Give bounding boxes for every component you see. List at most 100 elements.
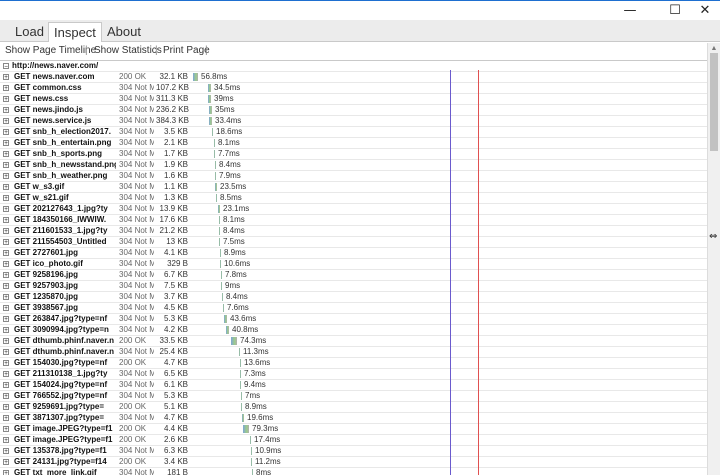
- request-row[interactable]: + GET 24131.jpg?type=f14 200 OK 3.4 KB 11.2m…: [0, 457, 707, 468]
- request-row[interactable]: + GET 211601533_1.jpg?ty 304 Not M 21.2 KB 8…: [0, 226, 707, 237]
- show-page-timeline-link[interactable]: Show Page Timeline: [5, 42, 96, 59]
- expand-icon[interactable]: +: [3, 173, 9, 180]
- request-row[interactable]: + GET snb_h_newsstand.png 304 Not M 1.9 KB 8…: [0, 160, 707, 171]
- request-row[interactable]: + GET dthumb.phinf.naver.n 304 Not M 25.4 K…: [0, 347, 707, 358]
- request-row[interactable]: + GET 766552.jpg?type=nf 304 Not M 5.3 KB 7m…: [0, 391, 707, 402]
- expand-icon[interactable]: +: [3, 217, 9, 224]
- expand-icon[interactable]: +: [3, 239, 9, 246]
- root-row[interactable]: − http://news.naver.com/: [0, 61, 707, 72]
- expand-icon[interactable]: +: [3, 151, 9, 158]
- scrollbar-thumb[interactable]: [710, 53, 718, 151]
- vertical-scrollbar[interactable]: ▲: [707, 43, 720, 475]
- minimize-button[interactable]: —: [615, 2, 645, 20]
- expand-icon[interactable]: +: [3, 371, 9, 378]
- expand-icon[interactable]: +: [3, 349, 9, 356]
- expand-icon[interactable]: +: [3, 228, 9, 235]
- expand-icon[interactable]: +: [3, 140, 9, 147]
- expand-icon[interactable]: +: [3, 261, 9, 268]
- expand-icon[interactable]: +: [3, 294, 9, 301]
- expand-icon[interactable]: +: [3, 338, 9, 345]
- request-row[interactable]: + GET 3090994.jpg?type=n 304 Not M 4.2 KB 40…: [0, 325, 707, 336]
- request-name: GET 3090994.jpg?type=n: [14, 325, 109, 334]
- request-name: GET txt_more_link.gif: [14, 468, 97, 475]
- request-row[interactable]: + GET image.JPEG?type=f1 200 OK 2.6 KB 17.4m…: [0, 435, 707, 446]
- request-row[interactable]: + GET txt_more_link.gif 304 Not M 181 B 8ms: [0, 468, 707, 475]
- tab-load[interactable]: Load: [10, 22, 49, 42]
- request-row[interactable]: + GET snb_h_election2017. 304 Not M 3.5 KB 1…: [0, 127, 707, 138]
- expand-icon[interactable]: +: [3, 470, 9, 475]
- request-row[interactable]: + GET 3938567.jpg 304 Not M 4.5 KB 7.6ms: [0, 303, 707, 314]
- close-button[interactable]: ✕: [690, 2, 720, 20]
- request-time: 10.6ms: [224, 259, 251, 268]
- expand-icon[interactable]: +: [3, 360, 9, 367]
- request-row[interactable]: + GET snb_h_sports.png 304 Not M 1.7 KB 7.7m…: [0, 149, 707, 160]
- request-row[interactable]: + GET 9258196.jpg 304 Not M 6.7 KB 7.8ms: [0, 270, 707, 281]
- request-name: GET 154024.jpg?type=nf: [14, 380, 108, 389]
- request-row[interactable]: + GET 1235870.jpg 304 Not M 3.7 KB 8.4ms: [0, 292, 707, 303]
- request-row[interactable]: + GET 2727601.jpg 304 Not M 4.1 KB 8.9ms: [0, 248, 707, 259]
- request-row[interactable]: + GET w_s21.gif 304 Not M 1.3 KB 8.5ms: [0, 193, 707, 204]
- request-row[interactable]: + GET 211310138_1.jpg?ty 304 Not M 6.5 KB 7.…: [0, 369, 707, 380]
- request-row[interactable]: + GET 263847.jpg?type=nf 304 Not M 5.3 KB 43…: [0, 314, 707, 325]
- request-size: 3.5 KB: [163, 127, 188, 136]
- request-row[interactable]: + GET news.jindo.js 304 Not M 236.2 KB 35ms: [0, 105, 707, 116]
- timeline-bar: [216, 194, 217, 202]
- expand-icon[interactable]: +: [3, 437, 9, 444]
- maximize-button[interactable]: ☐: [660, 2, 690, 20]
- timeline-bar: [219, 238, 220, 246]
- expand-icon[interactable]: +: [3, 206, 9, 213]
- request-row[interactable]: + GET dthumb.phinf.naver.n 200 OK 33.5 KB 74…: [0, 336, 707, 347]
- expand-icon[interactable]: +: [3, 118, 9, 125]
- expand-icon[interactable]: +: [3, 74, 9, 81]
- timeline-bar: [209, 106, 212, 114]
- expand-icon[interactable]: +: [3, 272, 9, 279]
- expand-icon[interactable]: +: [3, 393, 9, 400]
- expand-icon[interactable]: +: [3, 195, 9, 202]
- request-row[interactable]: + GET 9259691.jpg?type= 200 OK 5.1 KB 8.9ms: [0, 402, 707, 413]
- request-row[interactable]: + GET snb_h_weather.png 304 Not M 1.6 KB 7.9…: [0, 171, 707, 182]
- expand-icon[interactable]: +: [3, 415, 9, 422]
- expand-icon[interactable]: +: [3, 404, 9, 411]
- expand-icon[interactable]: +: [3, 382, 9, 389]
- tab-about[interactable]: About: [102, 22, 146, 42]
- expand-icon[interactable]: +: [3, 283, 9, 290]
- collapse-icon[interactable]: −: [3, 63, 9, 70]
- expand-icon[interactable]: +: [3, 459, 9, 466]
- expand-icon[interactable]: +: [3, 184, 9, 191]
- expand-icon[interactable]: +: [3, 107, 9, 114]
- expand-icon[interactable]: +: [3, 448, 9, 455]
- request-row[interactable]: + GET 202127643_1.jpg?ty 304 Not M 13.9 KB 2…: [0, 204, 707, 215]
- request-row[interactable]: + GET common.css 304 Not M 107.2 KB 34.5ms: [0, 83, 707, 94]
- request-size: 6.3 KB: [163, 446, 188, 455]
- show-statistics-link[interactable]: Show Statistics: [94, 42, 162, 59]
- timeline-bar: [241, 403, 242, 411]
- request-row[interactable]: + GET news.service.js 304 Not M 384.3 KB 33.…: [0, 116, 707, 127]
- expand-icon[interactable]: +: [3, 327, 9, 334]
- expand-icon[interactable]: +: [3, 85, 9, 92]
- expand-icon[interactable]: +: [3, 426, 9, 433]
- request-row[interactable]: + GET 211554503_Untitled 304 Not M 13 KB 7.5…: [0, 237, 707, 248]
- request-status: 304 Not M: [119, 270, 154, 279]
- request-row[interactable]: + GET 184350166_IWWIW. 304 Not M 17.6 KB 8.1…: [0, 215, 707, 226]
- expand-icon[interactable]: +: [3, 162, 9, 169]
- request-row[interactable]: + GET image.JPEG?type=f1 200 OK 4.4 KB 79.3m…: [0, 424, 707, 435]
- request-row[interactable]: + GET 135378.jpg?type=f1 304 Not M 6.3 KB 10…: [0, 446, 707, 457]
- request-row[interactable]: + GET 154030.jpg?type=nf 200 OK 4.7 KB 13.6m…: [0, 358, 707, 369]
- request-name: GET 9259691.jpg?type=: [14, 402, 105, 411]
- print-page-link[interactable]: Print Page: [163, 42, 210, 59]
- request-time: 23.1ms: [223, 204, 250, 213]
- request-row[interactable]: + GET ico_photo.gif 304 Not M 329 B 10.6ms: [0, 259, 707, 270]
- request-row[interactable]: + GET 3871307.jpg?type= 304 Not M 4.7 KB 19.…: [0, 413, 707, 424]
- tab-inspect[interactable]: Inspect: [48, 22, 102, 42]
- expand-icon[interactable]: +: [3, 129, 9, 136]
- request-row[interactable]: + GET 154024.jpg?type=nf 304 Not M 6.1 KB 9.…: [0, 380, 707, 391]
- request-row[interactable]: + GET news.css 304 Not M 311.3 KB 39ms: [0, 94, 707, 105]
- expand-icon[interactable]: +: [3, 250, 9, 257]
- expand-icon[interactable]: +: [3, 96, 9, 103]
- request-row[interactable]: + GET news.naver.com 200 OK 32.1 KB 56.8ms: [0, 72, 707, 83]
- expand-icon[interactable]: +: [3, 305, 9, 312]
- expand-icon[interactable]: +: [3, 316, 9, 323]
- request-row[interactable]: + GET w_s3.gif 304 Not M 1.1 KB 23.5ms: [0, 182, 707, 193]
- request-row[interactable]: + GET snb_h_entertain.png 304 Not M 2.1 KB 8…: [0, 138, 707, 149]
- request-row[interactable]: + GET 9257903.jpg 304 Not M 7.5 KB 9ms: [0, 281, 707, 292]
